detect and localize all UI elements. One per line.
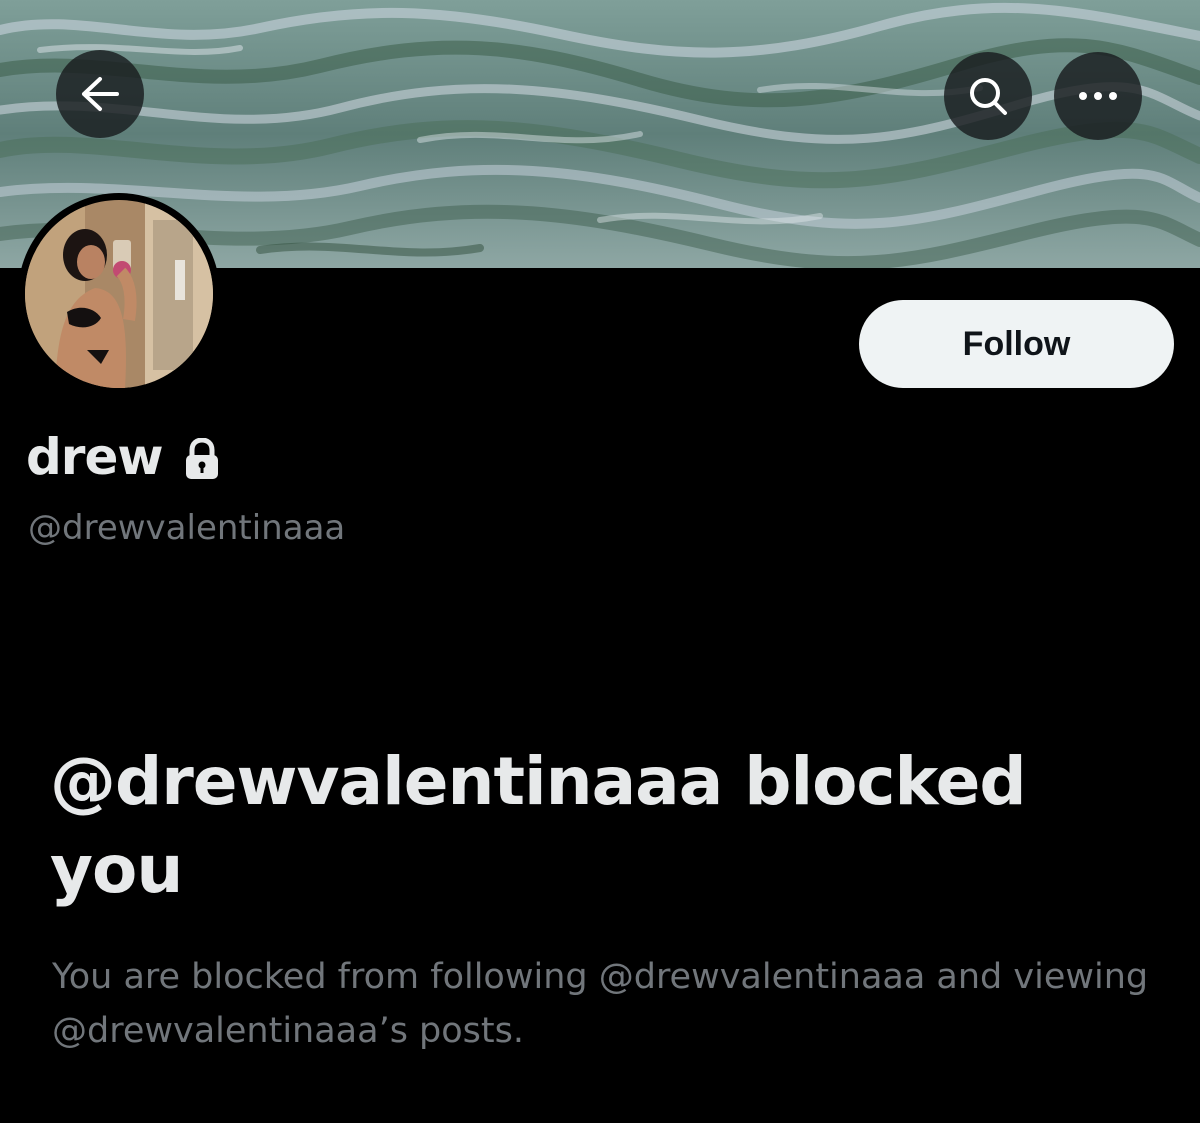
- more-options-button[interactable]: [1054, 52, 1142, 140]
- avatar-photo: [25, 200, 213, 388]
- lock-icon: [185, 438, 218, 479]
- search-icon: [970, 78, 1007, 115]
- blocked-title: @drewvalentinaaa blocked you: [50, 743, 1027, 908]
- search-button[interactable]: [944, 52, 1032, 140]
- follow-button[interactable]: Follow: [859, 300, 1174, 388]
- profile-handle: @drewvalentinaaa: [28, 508, 346, 548]
- more-horizontal-icon: [1079, 92, 1117, 100]
- display-name: drew: [26, 428, 164, 486]
- blocked-description: You are blocked from following @drewvale…: [52, 957, 1149, 1051]
- back-button[interactable]: [56, 50, 144, 138]
- display-name-row: drew: [26, 428, 221, 486]
- profile-avatar[interactable]: [18, 193, 220, 395]
- arrow-left-icon: [82, 77, 119, 111]
